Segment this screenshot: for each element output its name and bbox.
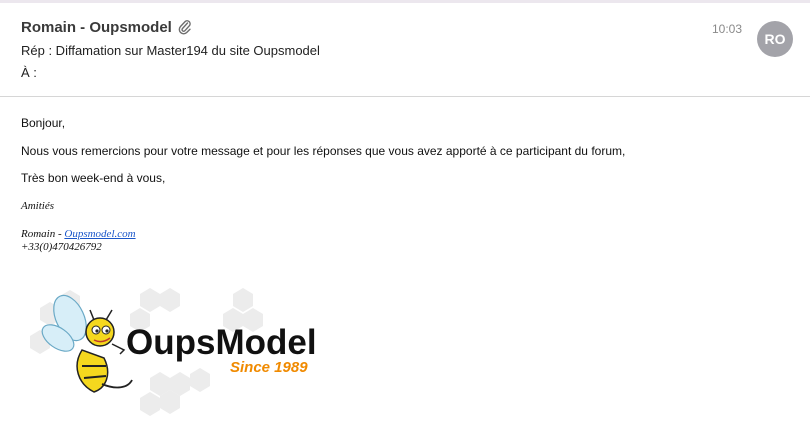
sender-avatar[interactable]: RO [757,21,793,57]
body-wishes: Très bon week-end à vous, [21,171,166,185]
body-paragraph: Nous vous remercions pour votre message … [21,144,626,158]
logo-tagline: Since 1989 [230,359,308,376]
signature-phone: +33(0)470426792 [21,241,102,253]
sender-name: Romain - Oupsmodel [21,19,172,36]
window-top-strip [0,0,810,3]
closing-text: Amitiés [21,200,54,212]
signature-line: Romain - Oupsmodel.com [21,228,136,240]
recipient-label: À : [21,65,37,80]
logo-wordmark: OupsModel [126,323,317,362]
message-time: 10:03 [712,22,743,36]
header-divider [0,96,810,97]
paperclip-icon[interactable] [178,19,192,35]
signature-name: Romain - [21,228,65,240]
signature-link[interactable]: Oupsmodel.com [64,228,135,240]
message-subject: Rép : Diffamation sur Master194 du site … [21,43,320,58]
oupsmodel-logo: OupsModel Since 1989 [30,288,317,416]
greeting-text: Bonjour, [21,116,66,130]
